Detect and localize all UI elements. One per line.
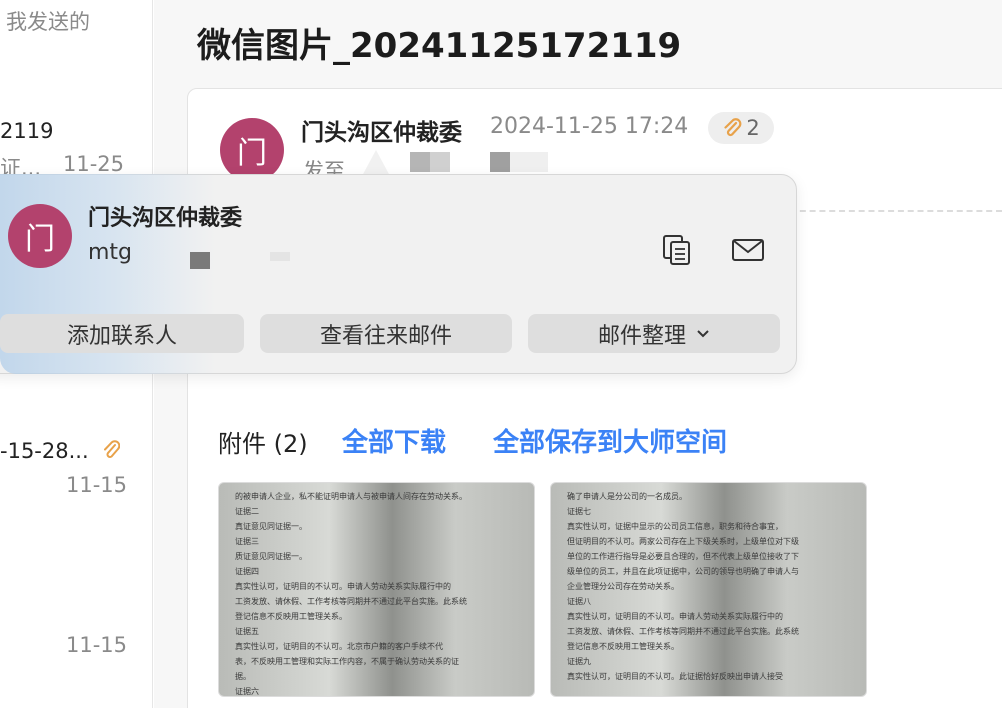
- mail-subject: 微信图片_20241125172119: [197, 26, 682, 66]
- redacted-block: [190, 252, 210, 269]
- document-line: 真实性认可，证明目的不认可。申请人劳动关系实际履行中的: [235, 582, 451, 591]
- document-line: 的被申请人企业，私不能证明申请人与被申请人间存在劳动关系。: [235, 492, 467, 501]
- view-history-button[interactable]: 查看往来邮件: [260, 314, 512, 353]
- document-line: 登记信息不反映用工管理关系。: [567, 642, 679, 651]
- contact-email[interactable]: mtg: [88, 240, 132, 265]
- header-divider: [790, 210, 1002, 212]
- redacted-block: [490, 152, 510, 172]
- sender-name[interactable]: 门头沟区仲裁委: [301, 113, 462, 147]
- sender-avatar[interactable]: 门: [220, 118, 284, 182]
- document-line: 企业管理分公司存在劳动关系。: [567, 582, 679, 591]
- paperclip-icon: [102, 439, 121, 461]
- document-line: 真证意见同证据一。: [235, 522, 307, 531]
- document-line: 证据六: [235, 687, 259, 696]
- redacted-block: [410, 152, 430, 172]
- document-line: 证据七: [567, 507, 591, 516]
- list-item-date: 11-15: [66, 473, 128, 497]
- document-line: 真实性认可，证明目的不认可。北京市户籍的客户手续不代: [235, 642, 443, 651]
- add-contact-button[interactable]: 添加联系人: [0, 314, 244, 353]
- document-line: 确了申请人是分公司的一名成员。: [567, 492, 687, 501]
- list-item-date: 11-15: [66, 633, 128, 657]
- organize-mail-button[interactable]: 邮件整理: [528, 314, 780, 353]
- contact-avatar: 门: [8, 204, 72, 268]
- document-line: 证据八: [567, 597, 591, 606]
- redacted-block: [510, 152, 548, 172]
- organize-label: 邮件整理: [597, 323, 686, 349]
- document-line: 据。: [235, 672, 251, 681]
- document-line: 证据九: [567, 657, 591, 666]
- document-line: 证据五: [235, 627, 259, 636]
- document-line: 真实性认可，证明目的不认可。申请人劳动关系实际履行中的: [567, 612, 783, 621]
- document-line: 证据二: [235, 507, 259, 516]
- attachment-thumbnail-2[interactable]: 确了申请人是分公司的一名成员。 证据七真实性认可，证据中显示的公司员工信息，职务和…: [550, 482, 867, 697]
- document-image: 确了申请人是分公司的一名成员。 证据七真实性认可，证据中显示的公司员工信息，职务和…: [551, 483, 866, 696]
- document-line: 质证意见同证据一。: [235, 552, 307, 561]
- folder-label[interactable]: 我发送的: [6, 6, 90, 36]
- document-line: 单位的工作进行指导是必要且合理的，但不代表上级单位接收了下: [567, 552, 799, 561]
- document-image: 的被申请人企业，私不能证明申请人与被申请人间存在劳动关系。 证据二真证意见同证据一…: [219, 483, 534, 696]
- list-item-title[interactable]: 2119: [0, 119, 53, 143]
- list-item-date: 11-25: [63, 152, 125, 176]
- attachment-count-badge[interactable]: 2: [708, 112, 774, 144]
- avatar-char: 门: [25, 222, 55, 257]
- document-line: 证据三: [235, 537, 259, 546]
- attachment-count: 2: [746, 116, 760, 140]
- attachment-thumbnail-1[interactable]: 的被申请人企业，私不能证明申请人与被申请人间存在劳动关系。 证据二真证意见同证据一…: [218, 482, 535, 697]
- document-line: 登记信息不反映用工管理关系。: [235, 612, 347, 621]
- document-line: 真实性认可，证明目的不认可。此证据恰好反映出申请人接受: [567, 672, 783, 681]
- avatar-char: 门: [237, 136, 267, 171]
- document-line: 工资发放、请休假、工作考核等同期并不通过此平台实施。此系统: [567, 627, 799, 636]
- contact-name: 门头沟区仲裁委: [88, 206, 243, 231]
- document-line: 表，不反映用工管理和实际工作内容，不属于确认劳动关系的证: [235, 657, 459, 666]
- download-all-link[interactable]: 全部下载: [342, 422, 446, 459]
- copy-icon[interactable]: [659, 232, 695, 268]
- document-line: 工资发放、请休假、工作考核等同期并不通过此平台实施。此系统: [235, 597, 467, 606]
- document-line: 但证明目的不认可。两家公司存在上下级关系时，上级单位对下级: [567, 537, 799, 546]
- paperclip-icon: [724, 118, 742, 137]
- list-item-title[interactable]: -15-28...: [0, 439, 89, 463]
- popover-arrow: [362, 150, 390, 176]
- attachments-title: 附件 (2): [218, 430, 308, 458]
- save-all-link[interactable]: 全部保存到大师空间: [493, 422, 727, 459]
- document-line: 级单位的员工，并且在此项证据中，公司的领导也明确了申请人与: [567, 567, 799, 576]
- mail-datetime: 2024-11-25 17:24: [490, 114, 689, 139]
- document-line: 真实性认可，证据中显示的公司员工信息，职务和待合事宜，: [567, 522, 783, 531]
- document-line: 证据四: [235, 567, 259, 576]
- redacted-block: [430, 152, 450, 172]
- mail-icon[interactable]: [730, 232, 766, 268]
- chevron-down-icon: [697, 329, 709, 337]
- redacted-block: [270, 252, 290, 261]
